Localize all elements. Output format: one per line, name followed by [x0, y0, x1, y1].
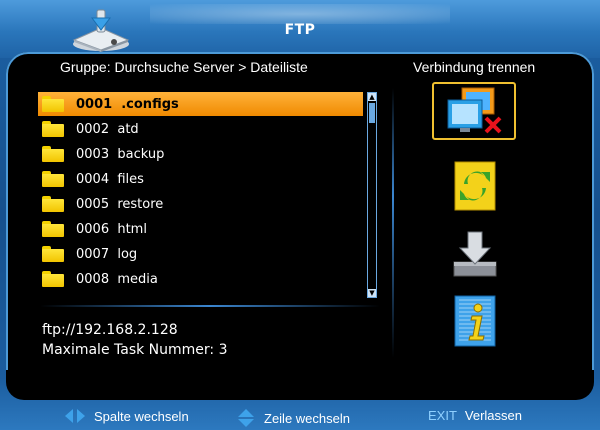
file-row[interactable]: 0007 log: [38, 242, 363, 266]
footer-exit-label: Verlassen: [464, 408, 522, 423]
file-label: 0005 restore: [76, 196, 164, 212]
file-label: 0006 html: [76, 221, 147, 237]
file-row[interactable]: 0008 media: [38, 267, 363, 291]
left-right-arrows-icon: [65, 409, 85, 423]
disconnect-label: Verbindung trennen: [413, 59, 536, 75]
file-label: 0001 .configs: [76, 96, 179, 112]
footer-column-label: Spalte wechseln: [94, 408, 189, 424]
folder-icon: [42, 146, 64, 162]
exit-key: EXIT: [428, 408, 457, 423]
file-row[interactable]: 0001 .configs: [38, 92, 363, 116]
vertical-divider: [392, 88, 394, 358]
info-icon: [454, 295, 496, 347]
file-row[interactable]: 0003 backup: [38, 142, 363, 166]
scroll-thumb[interactable]: [369, 103, 375, 123]
file-list-scrollbar[interactable]: ▲ ▼: [367, 92, 377, 298]
folder-icon: [42, 96, 64, 112]
file-label: 0002 atd: [76, 121, 139, 137]
file-row[interactable]: 0005 restore: [38, 192, 363, 216]
file-label: 0007 log: [76, 246, 138, 262]
footer-bar: Spalte wechseln Zeile wechseln EXIT Verl…: [0, 402, 600, 430]
folder-icon: [42, 221, 64, 237]
file-row[interactable]: 0006 html: [38, 217, 363, 241]
scroll-down-icon[interactable]: ▼: [368, 289, 376, 297]
file-list: 0001 .configs 0002 atd 0003 backup 0004 …: [38, 92, 363, 296]
server-address: ftp://192.168.2.128: [42, 322, 178, 338]
breadcrumb: Gruppe: Durchsuche Server > Dateiliste: [60, 59, 308, 75]
up-down-arrows-icon: [238, 409, 254, 427]
file-label: 0003 backup: [76, 146, 165, 162]
folder-icon: [42, 196, 64, 212]
folder-icon: [42, 171, 64, 187]
refresh-icon: [454, 161, 496, 211]
folder-icon: [42, 271, 64, 287]
file-label: 0004 files: [76, 171, 144, 187]
file-row[interactable]: 0002 atd: [38, 117, 363, 141]
folder-icon: [42, 121, 64, 137]
file-label: 0008 media: [76, 271, 158, 287]
footer-column-hint: Spalte wechseln: [64, 408, 189, 424]
info-button[interactable]: [432, 294, 516, 352]
footer-exit-hint[interactable]: EXIT Verlassen: [428, 408, 522, 423]
lower-panel: [6, 370, 594, 400]
horizontal-divider: [40, 305, 380, 307]
download-button[interactable]: [432, 226, 516, 284]
download-icon: [453, 231, 497, 277]
header-shine: [150, 4, 450, 24]
task-number: Maximale Task Nummer: 3: [42, 342, 228, 358]
file-row[interactable]: 0004 files: [38, 167, 363, 191]
refresh-button[interactable]: [432, 158, 516, 216]
scroll-up-icon[interactable]: ▲: [368, 93, 376, 101]
disconnect-button[interactable]: [432, 82, 516, 140]
folder-icon: [42, 246, 64, 262]
disconnect-icon: [447, 87, 502, 134]
footer-row-label: Zeile wechseln: [264, 410, 350, 426]
page-title: FTP: [284, 22, 316, 38]
footer-row-hint: Zeile wechseln: [236, 408, 350, 428]
